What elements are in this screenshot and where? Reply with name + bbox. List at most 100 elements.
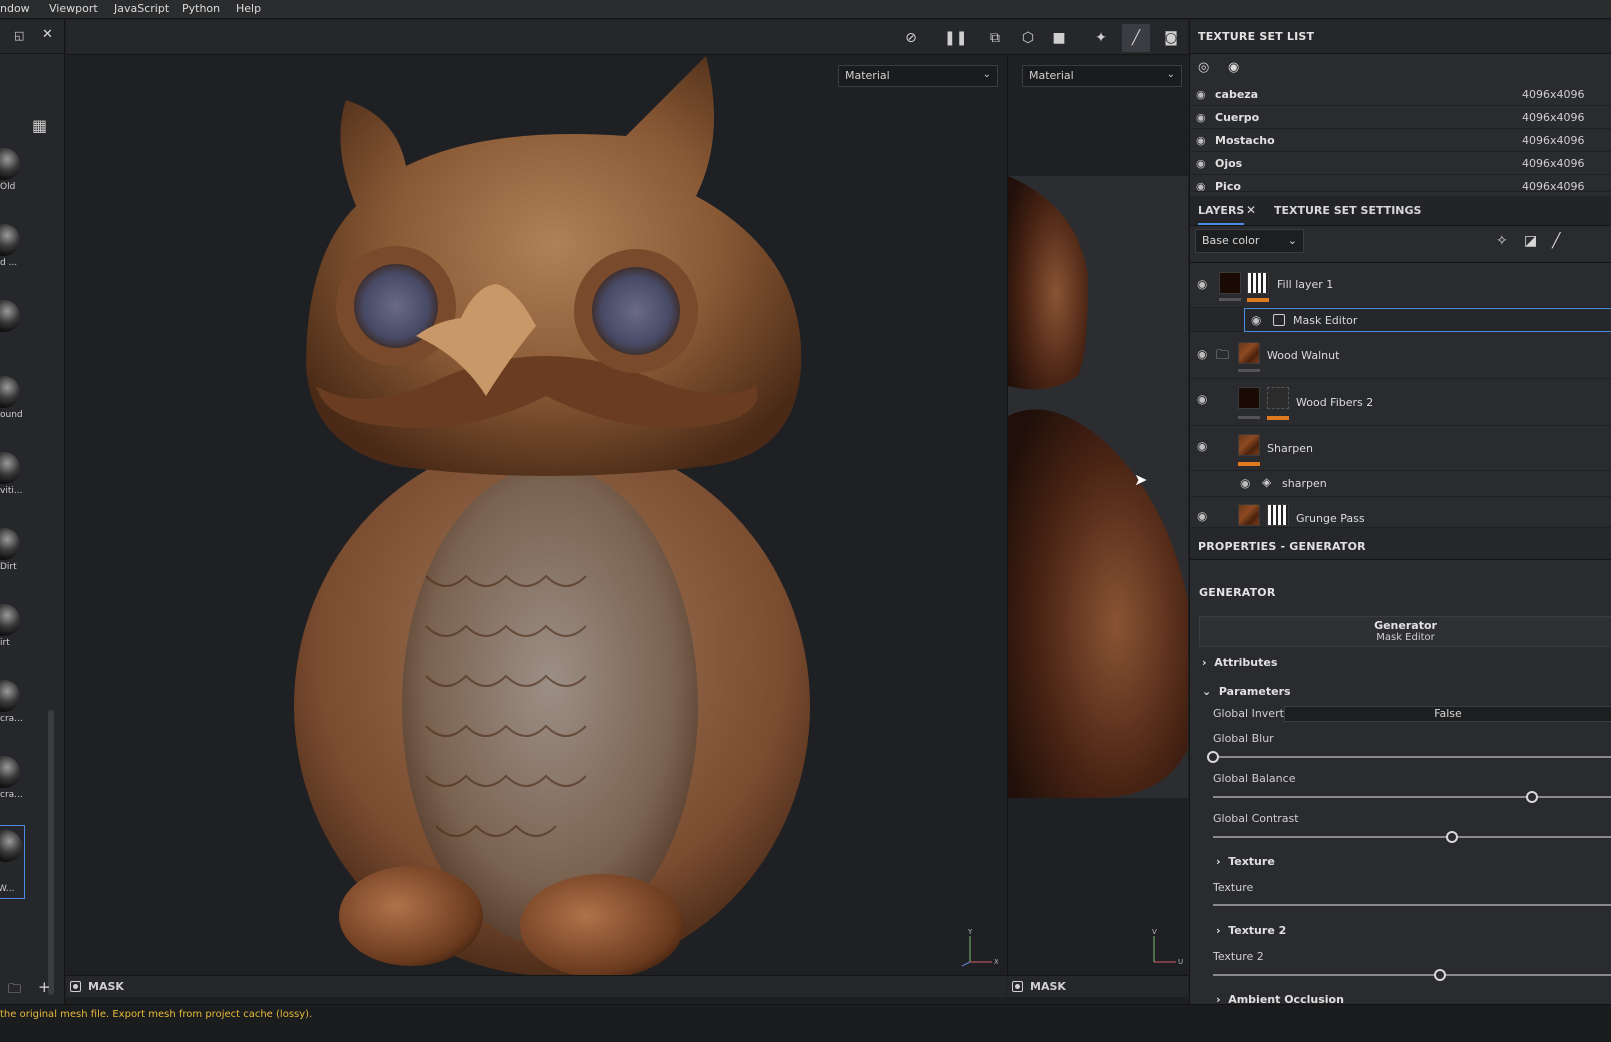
generator-picker[interactable]: Generator Mask Editor [1199, 616, 1611, 647]
undock-icon[interactable]: ◱ [14, 29, 24, 42]
screenshot-icon[interactable]: ◙ [1162, 29, 1180, 47]
iray-icon[interactable]: ✦ [1092, 29, 1110, 47]
menu-window[interactable]: ndow [0, 2, 30, 15]
camera-icon[interactable]: ■ [1050, 29, 1068, 47]
mask-icon[interactable] [70, 981, 81, 992]
shelf-item[interactable]: d ... [0, 224, 24, 274]
texture-set-row[interactable]: ◉ Cuerpo 4096x4096 [1190, 106, 1611, 129]
texture-2-section[interactable]: › Texture 2 [1216, 924, 1286, 937]
paint-brush-icon[interactable]: ╱ [1122, 24, 1150, 52]
eye-icon[interactable]: ◉ [1197, 347, 1207, 361]
magic-wand-icon[interactable]: ✧ [1496, 233, 1508, 249]
slider-handle[interactable] [1526, 791, 1539, 803]
grid-view-icon[interactable]: ▦ [32, 116, 47, 135]
mask-bar-2d: MASK [1007, 975, 1188, 997]
layer-name: Grunge Pass [1296, 512, 1365, 525]
texture-set-row[interactable]: ◉ Pico 4096x4096 [1190, 175, 1611, 192]
visibility-toggle-icon[interactable]: ◎ [1198, 60, 1209, 75]
right-panel: TEXTURE SET LIST ◎ ◉ ◉ cabeza 4096x4096 ◉ C… [1189, 20, 1611, 1004]
menu-python[interactable]: Python [182, 2, 220, 15]
shelf-item[interactable]: Old [0, 148, 24, 198]
slider-handle[interactable] [1446, 831, 1459, 843]
eye-icon[interactable]: ◉ [1197, 509, 1207, 523]
shelf-item[interactable]: irt [0, 604, 24, 654]
layer-wood-walnut[interactable]: ◉ 🗀 Wood Walnut [1190, 333, 1611, 379]
texture-set-row[interactable]: ◉ Mostacho 4096x4096 [1190, 129, 1611, 152]
layer-fill-layer-1[interactable]: ◉ Fill layer 1 [1190, 264, 1611, 308]
eye-icon[interactable]: ◉ [1197, 392, 1207, 406]
tab-layers[interactable]: LAYERS [1198, 204, 1245, 225]
layer-wood-fibers-2[interactable]: ◉ Wood Fibers 2 [1190, 380, 1611, 426]
shelf-item[interactable] [0, 300, 24, 350]
menu-javascript[interactable]: JavaScript [114, 2, 169, 15]
eye-icon[interactable]: ◉ [1196, 88, 1206, 101]
material-dropdown-3d[interactable]: Material ⌄ [838, 65, 998, 87]
close-icon[interactable]: ✕ [1246, 203, 1256, 217]
mask-editor-selected[interactable]: ◉ Mask Editor [1244, 308, 1611, 332]
texture-2-slider[interactable] [1213, 969, 1611, 981]
menu-viewport[interactable]: Viewport [49, 2, 98, 15]
global-contrast-slider[interactable] [1213, 831, 1611, 843]
eye-icon[interactable]: ◉ [1197, 439, 1207, 453]
shelf-item-label: W... [0, 884, 15, 894]
folder-icon[interactable]: 🗀 [1216, 346, 1229, 368]
channel-dropdown[interactable]: Base color ⌄ [1195, 229, 1304, 253]
parameters-section[interactable]: ⌄ Parameters [1202, 685, 1291, 698]
shelf-item[interactable]: viti... [0, 452, 24, 502]
slider-handle[interactable] [1207, 751, 1219, 763]
smart-mask-thumbnail [0, 830, 22, 862]
shelf-header: ◱ ✕ [0, 20, 65, 54]
global-blur-slider[interactable] [1207, 751, 1611, 763]
add-icon[interactable]: + [38, 978, 51, 996]
eye-icon[interactable]: ◉ [1197, 277, 1207, 291]
shelf-item[interactable]: cra... [0, 756, 24, 806]
mask-icon[interactable] [1012, 981, 1023, 992]
parameters-label: Parameters [1218, 685, 1291, 698]
layer-mask-editor-row[interactable]: ◉ Mask Editor [1190, 308, 1611, 332]
eye-icon[interactable]: ◉ [1228, 60, 1239, 75]
layer-sharpen[interactable]: ◉ Sharpen [1190, 427, 1611, 471]
global-balance-slider[interactable] [1213, 791, 1611, 803]
texture-set-row[interactable]: ◉ cabeza 4096x4096 [1190, 83, 1611, 106]
shelf-scrollbar[interactable] [48, 710, 54, 995]
close-icon[interactable]: ✕ [42, 27, 53, 42]
material-dropdown-2d[interactable]: Material ⌄ [1022, 65, 1182, 87]
shelf-panel: ◱ ✕ ▦ Old d ... ound viti... Dirt irt cr… [0, 20, 65, 1022]
texture-slot[interactable] [1213, 904, 1611, 906]
eye-icon[interactable]: ◉ [1196, 180, 1206, 191]
menu-help[interactable]: Help [236, 2, 261, 15]
mask-thumbnail [1267, 387, 1289, 409]
generator-subname: Mask Editor [1376, 632, 1435, 643]
layers-tabs: LAYERS ✕ TEXTURE SET SETTINGS [1190, 196, 1611, 226]
eye-icon[interactable]: ◉ [1196, 111, 1206, 124]
layer-sharpen-filter[interactable]: ◉ ◈ sharpen [1190, 471, 1611, 497]
eye-icon[interactable]: ◉ [1196, 157, 1206, 170]
hide-ui-icon[interactable]: ⊘ [902, 29, 920, 47]
shelf-item[interactable]: cra... [0, 680, 24, 730]
paint-layer-icon[interactable]: ╱ [1552, 233, 1560, 249]
global-balance-label: Global Balance [1213, 772, 1296, 785]
pause-icon[interactable]: ❚❚ [944, 29, 967, 47]
add-mask-icon[interactable]: ◪ [1524, 233, 1537, 249]
new-folder-icon[interactable]: 🗀 [8, 980, 21, 1002]
attributes-section[interactable]: › Attributes [1202, 656, 1277, 669]
viewport-3d[interactable]: Material ⌄ Y X [66, 56, 1006, 975]
texture-set-row[interactable]: ◉ Ojos 4096x4096 [1190, 152, 1611, 175]
ambient-occlusion-section[interactable]: › Ambient Occlusion [1216, 993, 1344, 1004]
tab-texture-set-settings[interactable]: TEXTURE SET SETTINGS [1274, 204, 1421, 217]
eye-icon[interactable]: ◉ [1196, 134, 1206, 147]
layer-grunge-pass[interactable]: ◉ Grunge Pass [1190, 498, 1611, 528]
symmetry-icon[interactable]: ⧉ [986, 29, 1004, 47]
shelf-item[interactable]: ound [0, 376, 24, 426]
chevron-down-icon: ⌄ [1166, 69, 1175, 80]
eye-icon[interactable]: ◉ [1240, 476, 1250, 490]
global-invert-toggle[interactable]: False [1284, 706, 1611, 722]
texture-set-name: Cuerpo [1215, 111, 1260, 124]
eye-icon[interactable]: ◉ [1251, 313, 1261, 327]
viewport-2d[interactable]: Material ⌄ ➤ V U [1007, 56, 1188, 975]
texture-section[interactable]: › Texture [1216, 855, 1275, 868]
shelf-item[interactable]: Dirt [0, 528, 24, 578]
shelf-item-selected[interactable]: W... [0, 825, 25, 899]
slider-handle[interactable] [1434, 969, 1447, 981]
display-mode-icon[interactable]: ⬡ [1019, 29, 1037, 47]
